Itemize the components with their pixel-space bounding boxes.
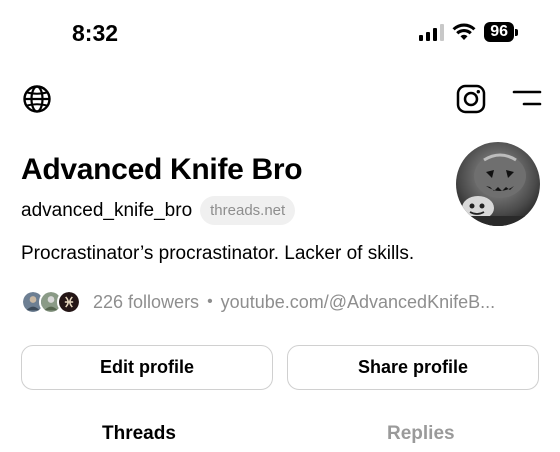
profile-handle: advanced_knife_bro (21, 199, 193, 221)
profile-display-name: Advanced Knife Bro (21, 153, 303, 186)
profile-avatar[interactable] (456, 142, 540, 226)
meta-row: 226 followers • youtube.com/@AdvancedKni… (21, 290, 495, 314)
profile-link[interactable]: youtube.com/@AdvancedKnifeB... (221, 292, 495, 313)
tab-replies[interactable]: Replies (387, 423, 455, 445)
follower-avatar[interactable] (57, 290, 81, 314)
signal-icon (419, 23, 445, 41)
battery-icon: 96 (484, 22, 518, 42)
profile-bio: Procrastinator’s procrastinator. Lacker … (21, 243, 415, 264)
wifi-icon (452, 23, 476, 40)
menu-icon[interactable] (512, 88, 542, 110)
battery-level: 96 (484, 22, 514, 42)
tab-threads[interactable]: Threads (102, 423, 176, 445)
globe-icon[interactable] (22, 84, 52, 114)
status-icons: 96 (419, 22, 518, 42)
instagram-icon[interactable] (456, 84, 486, 114)
meta-separator: • (207, 293, 213, 310)
domain-badge[interactable]: threads.net (200, 196, 296, 225)
handle-row: advanced_knife_bro threads.net (21, 196, 296, 225)
followers-count[interactable]: 226 followers (93, 292, 199, 313)
share-profile-button[interactable]: Share profile (287, 345, 539, 390)
follower-avatars[interactable] (21, 290, 81, 314)
status-time: 8:32 (72, 20, 119, 46)
edit-profile-button[interactable]: Edit profile (21, 345, 273, 390)
